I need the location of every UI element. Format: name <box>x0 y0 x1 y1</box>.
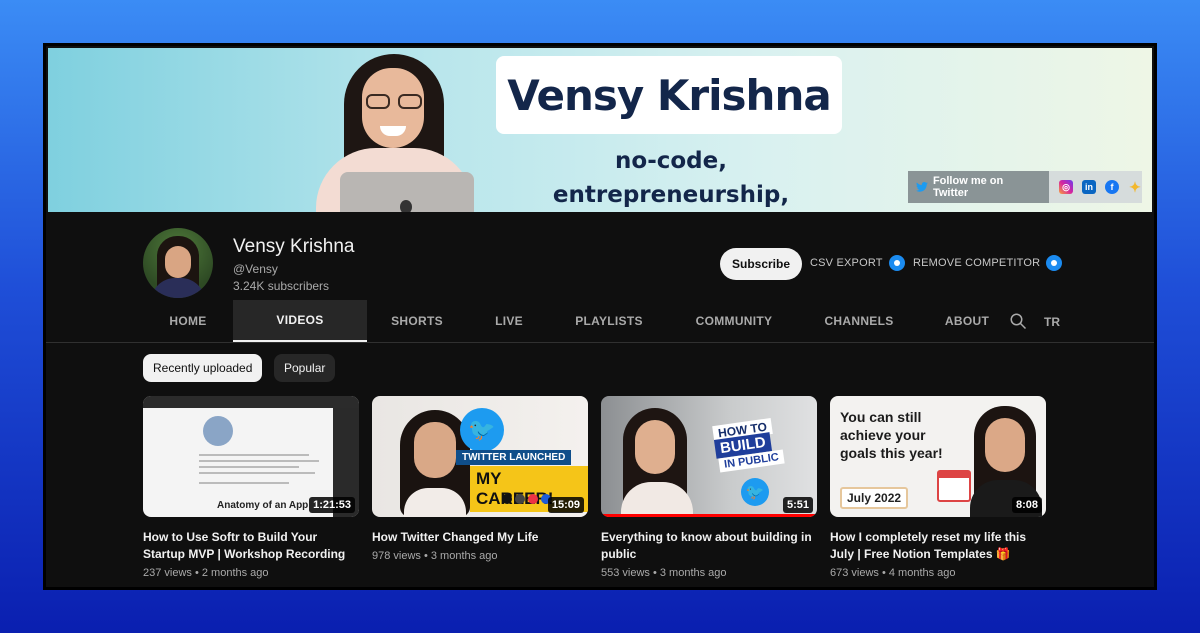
thumbnail-caption: Anatomy of an App <box>217 500 309 511</box>
banner-tagline-line1: no-code, entrepreneurship, <box>552 148 790 208</box>
remove-competitor-button[interactable]: REMOVE COMPETITOR <box>913 255 1063 271</box>
channel-tabs: HOME VIDEOS SHORTS LIVE PLAYLISTS COMMUN… <box>143 300 1017 342</box>
video-meta: 237 views • 2 months ago <box>143 567 269 579</box>
youtube-channel-window: Vensy Krishna no-code, entrepreneurship,… <box>43 43 1157 590</box>
tabs-divider <box>46 342 1154 343</box>
calendar-icon <box>937 470 971 502</box>
tab-channels[interactable]: CHANNELS <box>801 300 917 342</box>
video-title[interactable]: How to Use Softr to Build Your Startup M… <box>143 529 359 563</box>
chip-popular[interactable]: Popular <box>274 354 336 382</box>
tab-community[interactable]: COMMUNITY <box>667 300 801 342</box>
chip-recently-uploaded[interactable]: Recently uploaded <box>143 354 263 382</box>
extension-icon <box>888 255 905 271</box>
tab-truncated[interactable]: TR <box>1044 315 1060 329</box>
video-title[interactable]: How Twitter Changed My Life <box>372 529 588 546</box>
banner-tagline-line2: productivity <box>503 212 839 214</box>
video-meta: 553 views • 3 months ago <box>601 567 727 579</box>
linkedin-icon[interactable]: in <box>1082 180 1096 194</box>
twitter-icon <box>916 182 928 192</box>
channel-avatar[interactable] <box>143 228 213 298</box>
video-thumbnail[interactable]: 🐦 TWITTER LAUNCHED MY CAREER! 15:09 <box>372 396 588 517</box>
thumbnail-caption: TWITTER LAUNCHED <box>456 450 572 465</box>
video-thumbnail[interactable]: HOW TO BUILD IN PUBLIC 🐦 5:51 <box>601 396 817 517</box>
app-icons <box>502 494 551 504</box>
video-title[interactable]: How I completely reset my life this July… <box>830 529 1046 563</box>
video-thumbnail[interactable]: You can still achieve your goals this ye… <box>830 396 1046 517</box>
thumbnail-date: July 2022 <box>840 487 909 509</box>
channel-name: Vensy Krishna <box>233 236 355 257</box>
video-duration: 8:08 <box>1011 497 1042 513</box>
tab-about[interactable]: ABOUT <box>917 300 1017 342</box>
video-duration: 1:21:53 <box>309 497 355 513</box>
video-meta: 673 views • 4 months ago <box>830 567 956 579</box>
subscribe-button[interactable]: Subscribe <box>720 248 802 280</box>
twitter-bird-icon: 🐦 <box>741 478 769 506</box>
video-meta: 978 views • 3 months ago <box>372 550 498 562</box>
banner-portrait <box>310 48 480 212</box>
banner-tagline: no-code, entrepreneurship, productivity <box>503 144 839 214</box>
watch-progress-bar <box>601 514 817 517</box>
video-card[interactable]: 🐦 TWITTER LAUNCHED MY CAREER! 15:09 How … <box>372 396 588 562</box>
laptop-image <box>340 172 474 212</box>
csv-export-label: CSV EXPORT <box>810 257 883 269</box>
thumbnail-caption: You can still achieve your goals this ye… <box>840 409 943 461</box>
search-icon[interactable] <box>1009 312 1027 330</box>
channel-banner: Vensy Krishna no-code, entrepreneurship,… <box>46 46 1154 214</box>
channel-handle: @Vensy <box>233 262 278 276</box>
tab-shorts[interactable]: SHORTS <box>367 300 467 342</box>
banner-name: Vensy Krishna <box>507 70 831 120</box>
banner-social-links: Follow me on Twitter ◎ in f ✦ <box>908 171 1142 203</box>
follow-twitter-text: Follow me on Twitter <box>932 175 1004 199</box>
tab-playlists[interactable]: PLAYLISTS <box>551 300 667 342</box>
video-duration: 15:09 <box>547 497 584 513</box>
video-card[interactable]: HOW TO BUILD IN PUBLIC 🐦 5:51 Everything… <box>601 396 817 579</box>
video-card[interactable]: Anatomy of an App 1:21:53 How to Use Sof… <box>143 396 359 579</box>
tab-live[interactable]: LIVE <box>467 300 551 342</box>
tab-videos[interactable]: VIDEOS <box>233 300 367 342</box>
remove-competitor-label: REMOVE COMPETITOR <box>913 257 1041 269</box>
subscriber-count: 3.24K subscribers <box>233 279 330 293</box>
facebook-icon[interactable]: f <box>1105 180 1119 194</box>
extension-icon <box>1046 255 1063 271</box>
twitter-bird-icon: 🐦 <box>460 408 504 452</box>
instagram-icon[interactable]: ◎ <box>1059 180 1073 194</box>
video-title[interactable]: Everything to know about building in pub… <box>601 529 817 563</box>
csv-export-button[interactable]: CSV EXPORT <box>810 255 905 271</box>
banner-name-card: Vensy Krishna <box>496 56 842 134</box>
video-thumbnail[interactable]: Anatomy of an App 1:21:53 <box>143 396 359 517</box>
banner-twitter-link[interactable]: Follow me on Twitter <box>908 171 1049 203</box>
video-card[interactable]: You can still achieve your goals this ye… <box>830 396 1046 579</box>
tab-home[interactable]: HOME <box>143 300 233 342</box>
sparkle-icon[interactable]: ✦ <box>1128 179 1142 195</box>
video-duration: 5:51 <box>782 497 813 513</box>
